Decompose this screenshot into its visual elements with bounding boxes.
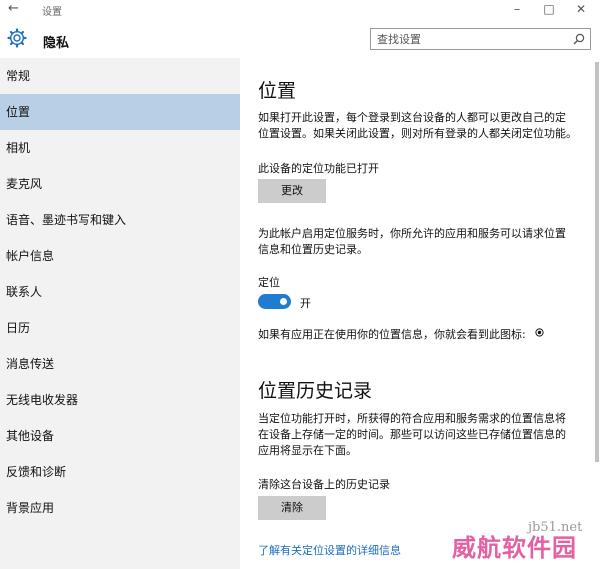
- sidebar-item-calendar[interactable]: 日历: [0, 310, 240, 346]
- location-history-description: 当定位功能打开时，所获得的符合应用和服务需求的位置信息将 在设备上存储一定的时间…: [258, 411, 583, 459]
- sidebar-item-label: 常规: [6, 69, 31, 83]
- device-location-status: 此设备的定位功能已打开: [258, 162, 379, 175]
- sidebar-item-label: 反馈和诊断: [6, 465, 67, 479]
- location-description-line: 位置设置。如果关闭此设置，则对所有登录的人都关闭定位功能。: [258, 127, 577, 140]
- location-toggle-label: 定位: [258, 276, 280, 289]
- sidebar-item-label: 帐户信息: [6, 249, 55, 263]
- location-usage-note: 如果有应用正在使用你的位置信息，你就会看到此图标:: [258, 328, 526, 341]
- sidebar-item-background-apps[interactable]: 背景应用: [0, 490, 240, 526]
- clear-button[interactable]: 清除: [258, 496, 326, 520]
- sidebar-item-feedback-diagnostics[interactable]: 反馈和诊断: [0, 454, 240, 490]
- location-toggle[interactable]: [258, 294, 291, 309]
- sidebar-item-microphone[interactable]: 麦克风: [0, 166, 240, 202]
- change-button[interactable]: 更改: [258, 179, 326, 203]
- page-title: 隐私: [43, 36, 70, 51]
- sidebar-item-camera[interactable]: 相机: [0, 130, 240, 166]
- gear-icon: [7, 28, 27, 48]
- app-title: 设置: [42, 7, 62, 18]
- sidebar-item-messaging[interactable]: 消息传送: [0, 346, 240, 382]
- sidebar-item-other-devices[interactable]: 其他设备: [0, 418, 240, 454]
- sidebar-item-label: 相机: [6, 141, 31, 155]
- location-details-link[interactable]: 了解有关定位设置的详细信息: [258, 542, 401, 558]
- section-title-location: 位置: [258, 80, 297, 102]
- history-description-line: 应用将显示在下面。: [258, 444, 357, 457]
- location-service-description: 为此帐户启用定位服务时，你所允许的应用和服务可以请求位置 信息和位置历史记录。: [258, 226, 583, 258]
- sidebar-item-label: 语音、墨迹书写和键入: [6, 213, 127, 227]
- search-icon[interactable]: [572, 32, 586, 46]
- sidebar-item-label: 日历: [6, 321, 31, 335]
- sidebar-item-label: 消息传送: [6, 357, 55, 371]
- minimize-icon[interactable]: –: [504, 1, 530, 17]
- sidebar-item-label: 背景应用: [6, 501, 55, 515]
- location-toggle-state: 开: [300, 297, 311, 310]
- location-description: 如果打开此设置，每个登录到这台设备的人都可以更改自己的定 位置设置。如果关闭此设…: [258, 110, 583, 142]
- sidebar-item-label: 位置: [6, 105, 31, 119]
- sidebar-item-contacts[interactable]: 联系人: [0, 274, 240, 310]
- sidebar-item-account-info[interactable]: 帐户信息: [0, 238, 240, 274]
- search-input[interactable]: [377, 31, 567, 47]
- sidebar-item-label: 其他设备: [6, 429, 55, 443]
- location-description-line: 如果打开此设置，每个登录到这台设备的人都可以更改自己的定: [258, 111, 566, 124]
- history-description-line: 当定位功能打开时，所获得的符合应用和服务需求的位置信息将: [258, 412, 566, 425]
- sidebar: 常规 位置 相机 麦克风 语音、墨迹书写和键入 帐户信息 联系人 日历 消息传送…: [0, 58, 240, 569]
- scrollbar[interactable]: [595, 62, 599, 462]
- location-in-use-icon: [535, 328, 544, 337]
- toggle-knob: [280, 298, 287, 305]
- clear-history-label: 清除这台设备上的历史记录: [258, 478, 390, 491]
- history-description-line: 在设备上存储一定的时间。那些可以访问这些已存储位置信息的: [258, 428, 566, 441]
- title-bar: ← 设置 – □ ✕: [0, 0, 600, 20]
- watermark-text: 威航软件园: [452, 534, 577, 562]
- close-icon[interactable]: ✕: [568, 1, 594, 17]
- sidebar-item-label: 无线电收发器: [6, 393, 79, 407]
- sidebar-item-speech-inking-typing[interactable]: 语音、墨迹书写和键入: [0, 202, 240, 238]
- sidebar-item-radios[interactable]: 无线电收发器: [0, 382, 240, 418]
- service-description-line: 为此帐户启用定位服务时，你所允许的应用和服务可以请求位置: [258, 227, 566, 240]
- maximize-icon[interactable]: □: [536, 1, 562, 17]
- back-arrow-icon[interactable]: ←: [8, 1, 19, 17]
- section-title-location-history: 位置历史记录: [258, 380, 373, 402]
- sidebar-item-label: 麦克风: [6, 177, 43, 191]
- sidebar-item-location[interactable]: 位置: [0, 94, 240, 130]
- main-content: 位置 如果打开此设置，每个登录到这台设备的人都可以更改自己的定 位置设置。如果关…: [240, 58, 600, 569]
- search-box[interactable]: [370, 28, 591, 50]
- sidebar-item-label: 联系人: [6, 285, 43, 299]
- sidebar-item-general[interactable]: 常规: [0, 58, 240, 94]
- page-header: 隐私: [0, 20, 600, 60]
- service-description-line: 信息和位置历史记录。: [258, 243, 368, 256]
